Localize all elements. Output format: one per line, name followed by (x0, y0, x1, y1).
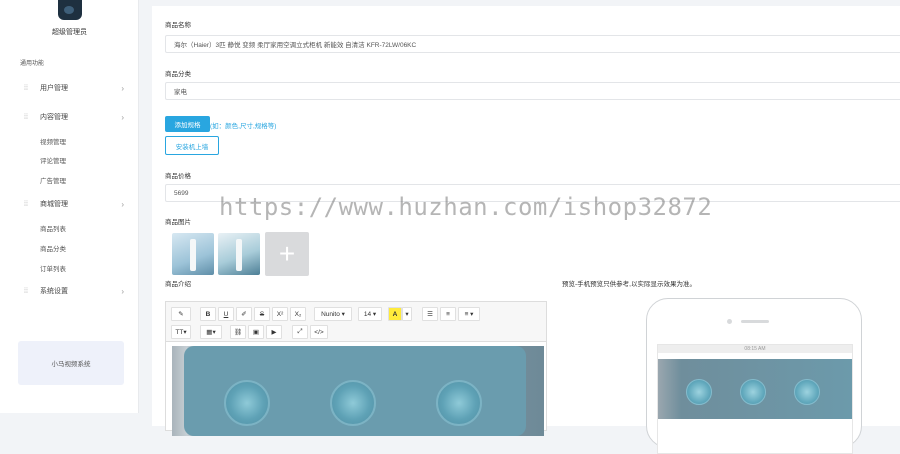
nav-sub-products[interactable]: 商品列表 (40, 223, 66, 233)
underline-button[interactable]: U (218, 307, 234, 321)
grid-icon: ⁞⁞ (24, 287, 28, 295)
nav-label: 用户管理 (40, 85, 68, 92)
ordered-list-icon[interactable]: ≡ (440, 307, 456, 321)
grid-icon: ⁞⁞ (24, 113, 28, 121)
phone-screen: 08:15 AM (657, 344, 853, 454)
editor-content-image (172, 346, 544, 436)
product-image-thumb[interactable] (172, 233, 214, 275)
ac-control-panel-image (184, 346, 526, 436)
nav-mall-management[interactable]: ⁞⁞ 商城管理 › (24, 197, 124, 211)
nav-sub-ads[interactable]: 广告管理 (40, 175, 66, 185)
intro-label: 商品介绍 (165, 281, 191, 288)
text-color-dropdown[interactable]: ▾ (402, 307, 412, 321)
category-select[interactable]: 家电 (165, 82, 900, 100)
ac-knob (224, 380, 270, 426)
chevron-right-icon: › (121, 112, 124, 122)
editor-toolbar: ✎ B U ✐ S X² X₂ Nunito ▾ 14 ▾ A ▾ ☰ ≡ ≡ … (166, 302, 546, 342)
grid-icon: ⁞⁞ (24, 84, 28, 92)
watermark: https://www.huzhan.com/ishop32872 (219, 193, 713, 221)
product-name-input[interactable]: 海尔（Haier）3匹 静悦 变频 柔厅家用空调立式柜机 新能效 自清洁 KFR… (165, 35, 900, 53)
images-label: 商品图片 (165, 219, 191, 226)
align-dropdown[interactable]: ≡ ▾ (458, 307, 480, 321)
nav-sub-video[interactable]: 视频管理 (40, 136, 66, 146)
speaker (741, 320, 769, 323)
text-color-button[interactable]: A (388, 307, 402, 321)
chevron-right-icon: › (121, 286, 124, 296)
video-icon[interactable]: ▶ (266, 325, 282, 339)
section-title: 通用功能 (20, 61, 45, 67)
bold-button[interactable]: B (200, 307, 216, 321)
preview-content-image (658, 359, 852, 419)
unordered-list-icon[interactable]: ☰ (422, 307, 438, 321)
spec-hint: (如：颜色,尺寸,规格等) (210, 123, 277, 130)
install-spec-button[interactable]: 安装机上墙 (165, 136, 219, 155)
nav-sub-comments[interactable]: 评论管理 (40, 155, 66, 165)
magic-wand-icon[interactable]: ✎ (171, 307, 191, 321)
admin-name: 超级管理员 (52, 29, 87, 36)
ac-knob (794, 379, 820, 405)
name-label: 商品名称 (165, 22, 191, 29)
ac-knob (330, 380, 376, 426)
phone-status-bar: 08:15 AM (658, 345, 852, 353)
add-image-button[interactable]: + (265, 232, 309, 276)
ac-knob (686, 379, 712, 405)
rich-text-editor[interactable]: ✎ B U ✐ S X² X₂ Nunito ▾ 14 ▾ A ▾ ☰ ≡ ≡ … (165, 301, 547, 436)
superscript-button[interactable]: X² (272, 307, 288, 321)
nav-user-management[interactable]: ⁞⁞ 用户管理 › (24, 81, 124, 95)
strikethrough-button[interactable]: S (254, 307, 270, 321)
preview-note: 预览-手机预览只供参考,以实际显示效果为准。 (562, 281, 696, 288)
chevron-right-icon: › (121, 83, 124, 93)
nav-sub-orders[interactable]: 订单列表 (40, 263, 66, 273)
add-spec-button[interactable]: 添加规格 (165, 116, 210, 132)
camera-icon (727, 319, 732, 324)
font-size-select[interactable]: 14 ▾ (358, 307, 382, 321)
subscript-button[interactable]: X₂ (290, 307, 306, 321)
grid-icon: ⁞⁞ (24, 200, 28, 208)
nav-content-management[interactable]: ⁞⁞ 内容管理 › (24, 110, 124, 124)
brand-box: 小马视频系统 (18, 341, 124, 385)
phone-preview: 08:15 AM (646, 298, 862, 454)
plus-icon: + (278, 238, 296, 269)
nav-label: 系统设置 (40, 288, 68, 295)
nav-system-settings[interactable]: ⁞⁞ 系统设置 › (24, 284, 124, 298)
nav-label: 商城管理 (40, 201, 68, 208)
product-image-thumb[interactable] (218, 233, 260, 275)
nav-sub-categories[interactable]: 商品分类 (40, 243, 66, 253)
eraser-icon[interactable]: ✐ (236, 307, 252, 321)
code-view-icon[interactable]: </> (310, 325, 328, 339)
nav-label: 内容管理 (40, 114, 68, 121)
table-dropdown[interactable]: ▦▾ (200, 325, 222, 339)
ac-knob (740, 379, 766, 405)
image-icon[interactable]: ▣ (248, 325, 264, 339)
chevron-right-icon: › (121, 199, 124, 209)
category-label: 商品分类 (165, 71, 191, 78)
sidebar: 超级管理员 通用功能 ⁞⁞ 用户管理 › ⁞⁞ 内容管理 › 视频管理 评论管理… (0, 0, 139, 413)
admin-avatar[interactable] (58, 0, 82, 20)
heading-dropdown[interactable]: TT▾ (171, 325, 191, 339)
fullscreen-icon[interactable]: ⤢ (292, 325, 308, 339)
font-family-select[interactable]: Nunito ▾ (314, 307, 352, 321)
price-label: 商品价格 (165, 173, 191, 180)
ac-knob (436, 380, 482, 426)
link-icon[interactable]: ⛓ (230, 325, 246, 339)
